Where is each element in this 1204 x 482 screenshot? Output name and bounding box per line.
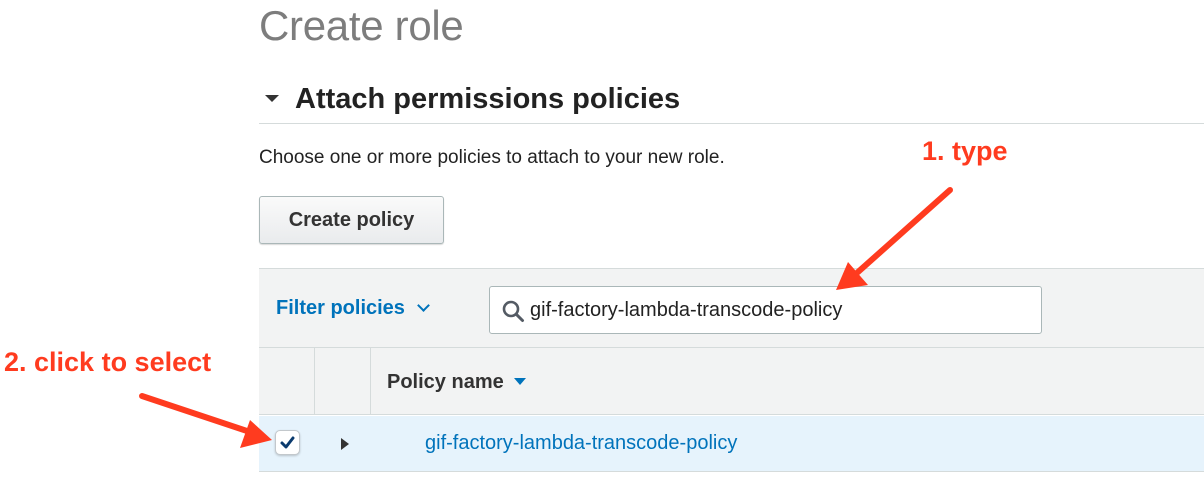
create-role-page: Create role Attach permissions policies … xyxy=(0,0,1204,482)
chevron-down-icon xyxy=(417,299,430,312)
policy-name-link[interactable]: gif-factory-lambda-transcode-policy xyxy=(425,432,737,455)
annotation-step-1: 1. type xyxy=(922,136,1008,166)
section-description: Choose one or more policies to attach to… xyxy=(259,147,725,168)
search-box[interactable] xyxy=(489,286,1042,334)
annotation-step-2: 2. click to select xyxy=(4,347,212,377)
expand-row-icon[interactable] xyxy=(341,438,349,450)
column-header-label: Policy name xyxy=(387,371,504,393)
section-title: Attach permissions policies xyxy=(295,83,681,115)
sort-desc-icon[interactable] xyxy=(513,378,526,385)
create-policy-button[interactable]: Create policy xyxy=(259,196,444,244)
table-row[interactable]: gif-factory-lambda-transcode-policy xyxy=(259,416,1204,472)
filter-bar: Filter policies xyxy=(259,268,1204,348)
page-title: Create role xyxy=(259,2,464,49)
column-divider xyxy=(314,348,315,415)
annotation-arrow-2 xyxy=(139,393,253,435)
caret-down-icon[interactable] xyxy=(265,95,279,102)
filter-policies-label: Filter policies xyxy=(276,297,405,319)
filter-policies-dropdown[interactable]: Filter policies xyxy=(276,297,430,320)
section-header[interactable]: Attach permissions policies xyxy=(259,78,1204,124)
column-header-policy-name[interactable]: Policy name xyxy=(387,371,526,394)
column-divider xyxy=(370,348,371,415)
row-checkbox[interactable] xyxy=(275,430,300,455)
search-input[interactable] xyxy=(530,287,1030,333)
annotation-arrow-1 xyxy=(855,187,953,275)
checkmark-icon xyxy=(280,436,295,449)
search-icon xyxy=(501,299,525,323)
table-header: Policy name xyxy=(259,348,1204,415)
